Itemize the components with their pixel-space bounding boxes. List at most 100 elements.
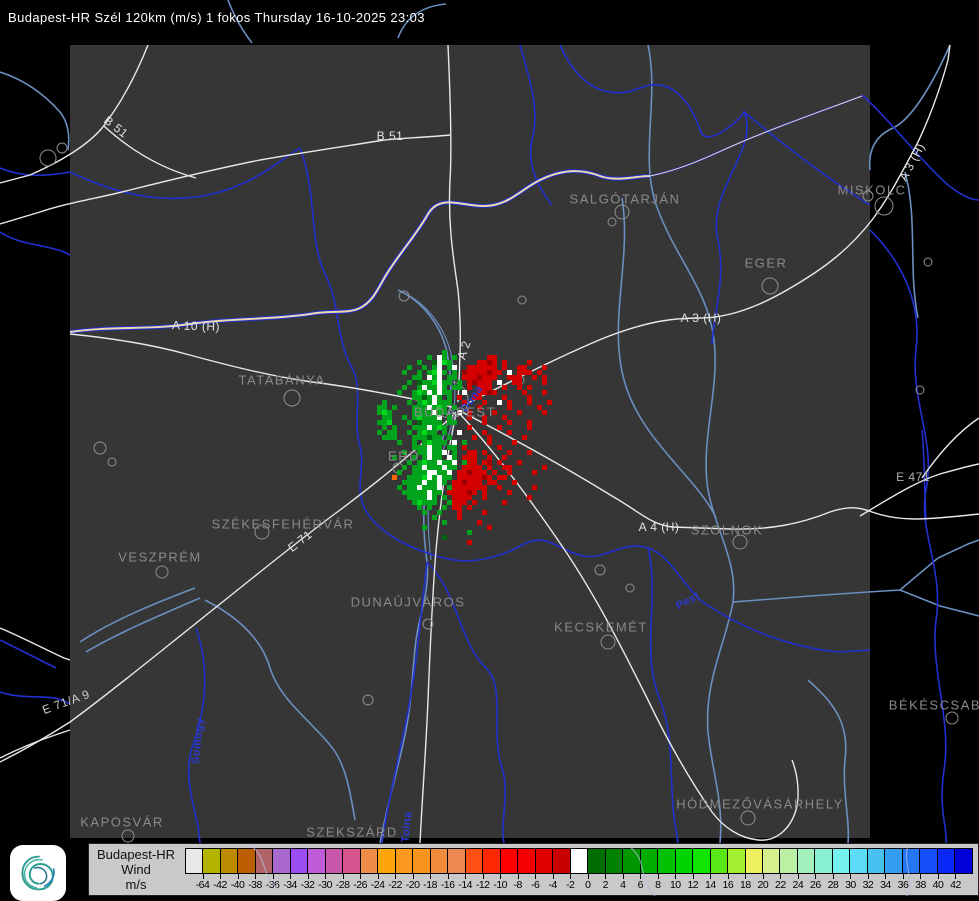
radar-echo-cell xyxy=(472,475,477,480)
legend-tick-label: -36 xyxy=(265,879,280,891)
radar-echo-cell xyxy=(392,430,397,435)
radar-echo-cell xyxy=(427,490,432,495)
radar-echo-cell xyxy=(427,495,432,500)
radar-echo-cell xyxy=(457,500,462,505)
legend-color-cell xyxy=(640,849,659,873)
radar-echo-cell xyxy=(382,425,387,430)
legend-tick-label: -34 xyxy=(283,879,297,891)
radar-echo-cell xyxy=(547,400,552,405)
radar-echo-cell xyxy=(447,460,452,465)
radar-echo-cell xyxy=(417,360,422,365)
legend-tick-label: 8 xyxy=(655,879,661,891)
radar-echo-cell xyxy=(437,445,442,450)
radar-echo-cell xyxy=(487,435,492,440)
legend-color-cell xyxy=(290,849,309,873)
radar-echo-cell xyxy=(542,465,547,470)
radar-echo-cell xyxy=(522,390,527,395)
map-canvas xyxy=(0,0,979,843)
radar-echo-cell xyxy=(452,365,457,370)
legend-color-cell xyxy=(273,849,291,873)
radar-echo-cell xyxy=(432,395,437,400)
radar-echo-cell xyxy=(382,400,387,405)
radar-echo-cell xyxy=(437,385,442,390)
radar-echo-cell xyxy=(417,480,422,485)
radar-echo-cell xyxy=(467,530,472,535)
radar-echo-cell xyxy=(392,475,397,480)
legend-tick-label: -12 xyxy=(475,879,490,891)
legend-color-cell xyxy=(902,849,921,873)
radar-echo-cell xyxy=(447,455,452,460)
radar-echo-cell xyxy=(487,465,492,470)
radar-echo-cell xyxy=(382,435,387,440)
radar-echo-cell xyxy=(417,435,422,440)
legend-tick-label: -32 xyxy=(300,879,315,891)
radar-echo-cell xyxy=(422,485,427,490)
radar-echo-cell xyxy=(472,480,477,485)
radar-echo-cell xyxy=(422,460,427,465)
legend-color-cell xyxy=(570,849,589,873)
radar-echo-cell xyxy=(427,355,432,360)
radar-echo-cell xyxy=(452,370,457,375)
radar-echo-cell xyxy=(487,460,492,465)
radar-echo-cell xyxy=(442,465,447,470)
radar-echo-cell xyxy=(382,410,387,415)
radar-echo-cell xyxy=(457,480,462,485)
legend-tick-label: -24 xyxy=(370,879,385,891)
radar-echo-cell xyxy=(397,390,402,395)
radar-echo-cell xyxy=(417,495,422,500)
radar-echo-cell xyxy=(542,380,547,385)
radar-echo-cell xyxy=(402,415,407,420)
radar-echo-cell xyxy=(482,380,487,385)
radar-echo-cell xyxy=(452,465,457,470)
radar-echo-cell xyxy=(432,445,437,450)
radar-echo-cell xyxy=(482,510,487,515)
legend-color-cell xyxy=(343,849,361,873)
radar-echo-cell xyxy=(402,370,407,375)
radar-echo-cell xyxy=(437,460,442,465)
radar-echo-cell xyxy=(457,490,462,495)
legend-color-cell xyxy=(238,849,256,873)
radar-echo-cell xyxy=(517,370,522,375)
radar-echo-cell xyxy=(437,470,442,475)
radar-echo-cell xyxy=(472,370,477,375)
radar-echo-cell xyxy=(417,430,422,435)
radar-echo-cell xyxy=(422,455,427,460)
radar-echo-cell xyxy=(417,485,422,490)
radar-echo-cell xyxy=(417,425,422,430)
radar-echo-cell xyxy=(432,515,437,520)
radar-echo-cell xyxy=(467,540,472,545)
radar-echo-cell xyxy=(452,490,457,495)
radar-echo-cell xyxy=(377,405,382,410)
radar-echo-cell xyxy=(417,420,422,425)
legend-tick-label: 2 xyxy=(602,879,609,891)
radar-echo-cell xyxy=(432,430,437,435)
radar-echo-cell xyxy=(417,490,422,495)
radar-echo-cell xyxy=(527,450,532,455)
radar-echo-cell xyxy=(482,365,487,370)
radar-echo-cell xyxy=(502,455,507,460)
radar-echo-cell xyxy=(432,360,437,365)
radar-echo-cell xyxy=(422,450,427,455)
radar-echo-cell xyxy=(397,440,402,445)
radar-echo-cell xyxy=(482,375,487,380)
radar-echo-cell xyxy=(457,380,462,385)
legend-color-cell xyxy=(920,849,938,873)
radar-echo-cell xyxy=(462,440,467,445)
radar-echo-cell xyxy=(467,375,472,380)
radar-echo-cell xyxy=(432,480,437,485)
legend-color-cell xyxy=(658,849,676,873)
radar-echo-cell xyxy=(482,360,487,365)
city-label: SZÉKESFEHÉRVÁR xyxy=(211,516,355,532)
city-label: BÉKÉSCSABA xyxy=(888,697,979,713)
radar-echo-cell xyxy=(427,500,432,505)
radar-echo-cell xyxy=(447,485,452,490)
legend-color-cell xyxy=(395,849,414,873)
app-logo[interactable] xyxy=(10,845,66,901)
road-label: A 3 (H) xyxy=(680,311,722,325)
radar-echo-cell xyxy=(452,455,457,460)
radar-echo-cell xyxy=(462,455,467,460)
radar-echo-cell xyxy=(527,400,532,405)
radar-echo-cell xyxy=(442,380,447,385)
radar-echo-cell xyxy=(537,370,542,375)
radar-echo-cell xyxy=(487,475,492,480)
